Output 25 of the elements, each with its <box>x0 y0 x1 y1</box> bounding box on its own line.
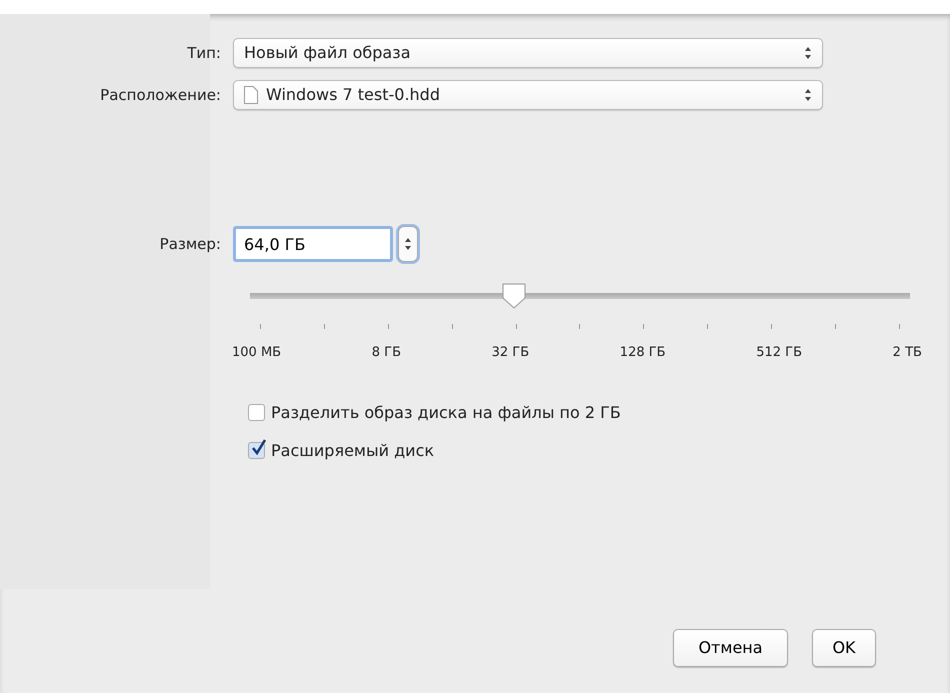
checkbox-label[interactable]: Разделить образ диска на файлы по 2 ГБ <box>271 400 621 424</box>
slider-thumb[interactable] <box>500 282 528 310</box>
tick-label: 2 ТБ <box>892 344 922 362</box>
checkmark-icon <box>250 439 267 456</box>
checkbox[interactable] <box>248 442 265 459</box>
dropdown[interactable]: Новый файл образа <box>233 38 823 68</box>
ok-button[interactable]: OK <box>812 629 876 667</box>
stepper[interactable] <box>398 226 418 262</box>
checkbox-label[interactable]: Расширяемый диск <box>271 438 434 462</box>
field-label: Тип: <box>186 42 222 64</box>
field-label: Расположение: <box>99 84 222 106</box>
tick-label: 512 ГБ <box>756 344 802 362</box>
tick-label: 100 МБ <box>232 344 282 362</box>
stepper-arrows-icon <box>404 237 412 251</box>
up-down-arrows-icon <box>804 88 812 102</box>
size-field[interactable]: 64,0 ГБ <box>233 226 393 262</box>
tick-label: 32 ГБ <box>492 344 530 362</box>
size-label: Размер: <box>158 234 222 255</box>
checkbox[interactable] <box>248 404 265 421</box>
dropdown[interactable]: Windows 7 test-0.hdd <box>233 80 823 110</box>
document-icon <box>244 86 258 104</box>
tick-label: 128 ГБ <box>620 344 666 362</box>
up-down-arrows-icon <box>804 46 812 60</box>
tick-label: 8 ГБ <box>372 344 401 362</box>
cancel-button[interactable]: Отмена <box>673 629 788 667</box>
